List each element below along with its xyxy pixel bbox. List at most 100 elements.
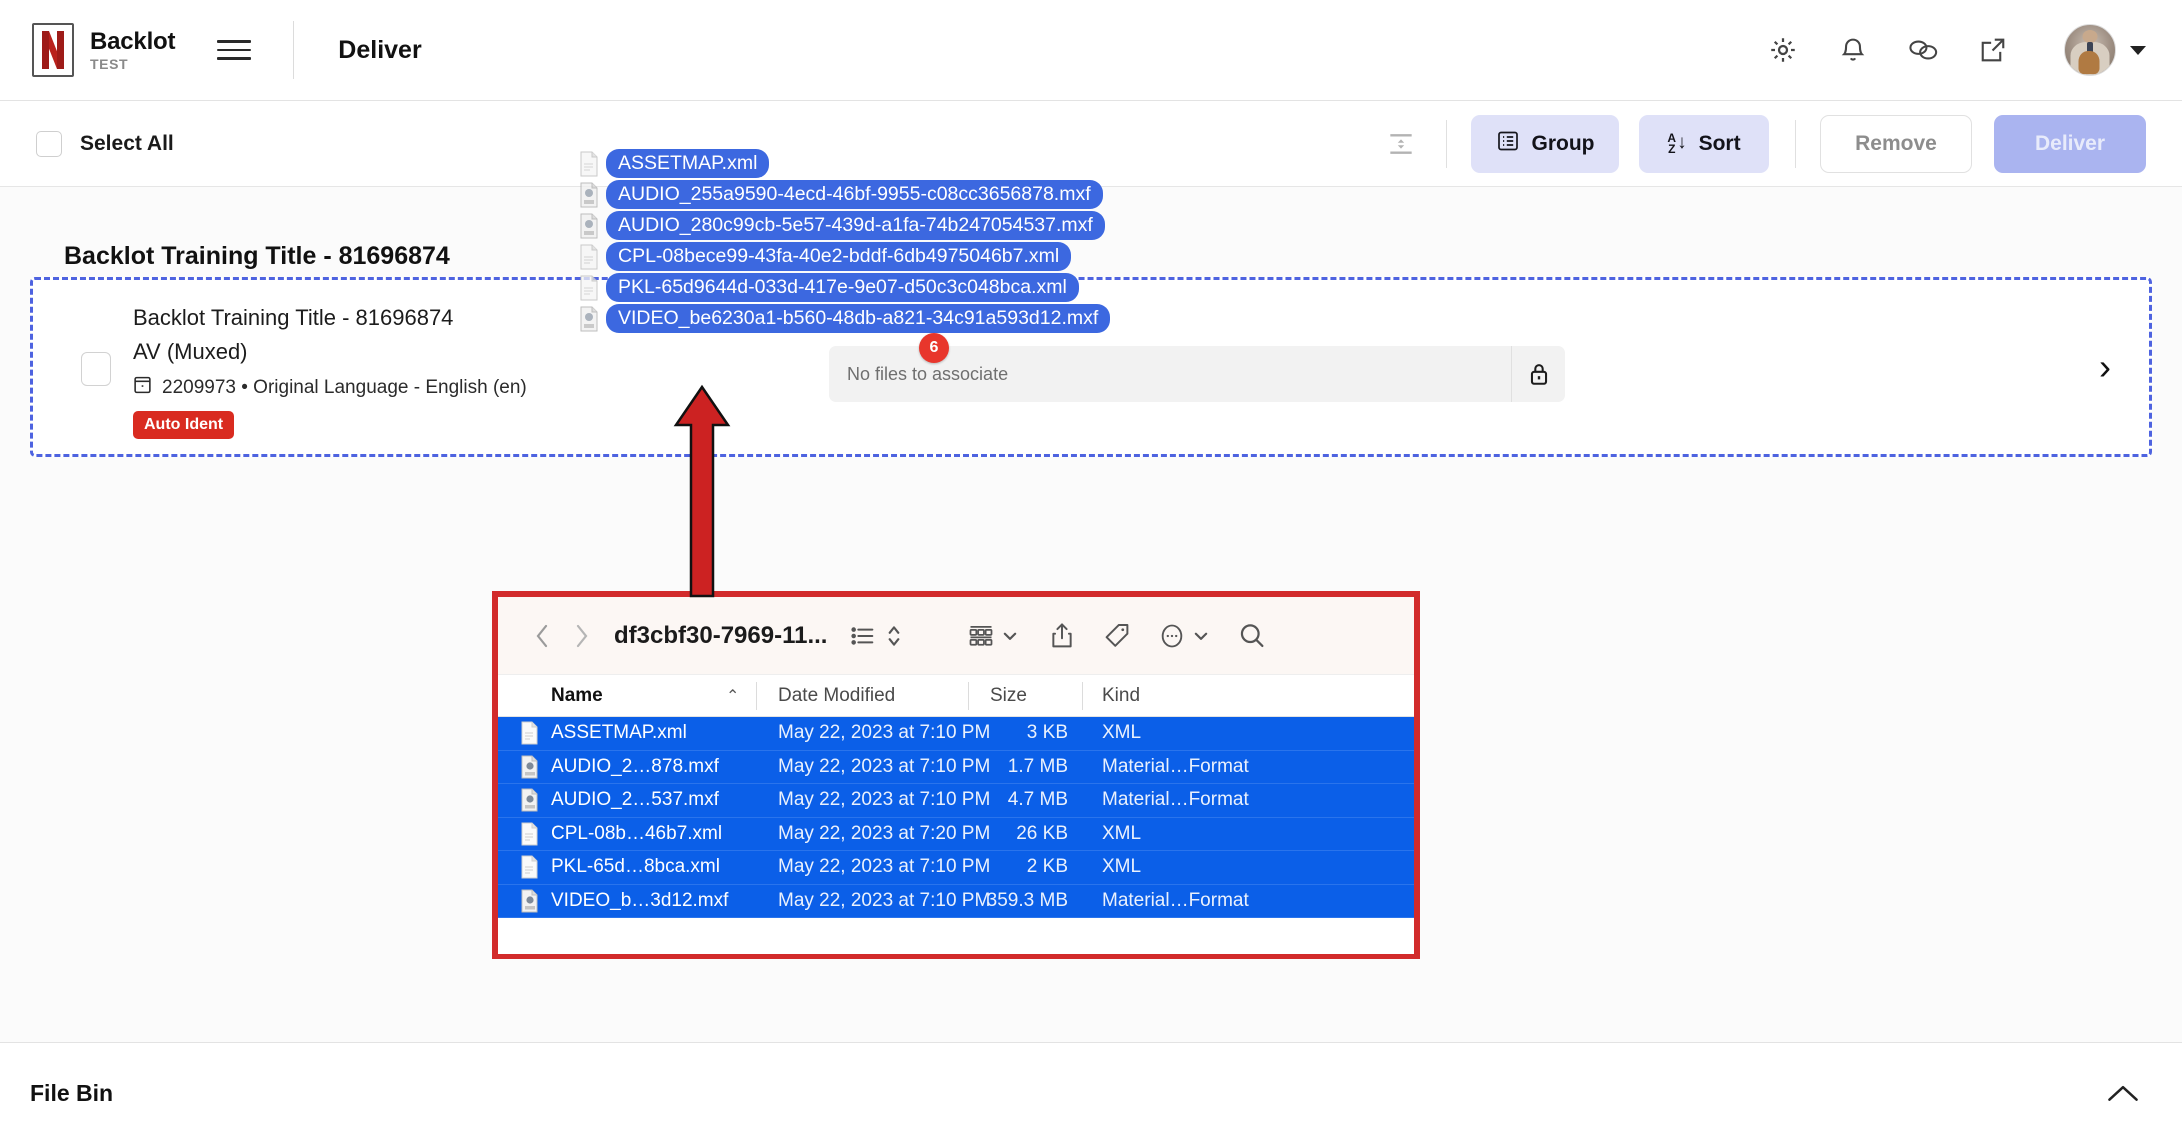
finder-view-controls: [849, 622, 903, 650]
table-row[interactable]: AUDIO_2…537.mxf May 22, 2023 at 7:10 PM …: [498, 784, 1414, 818]
brand-text: Backlot TEST: [90, 28, 175, 72]
dropzone-empty-text: No files to associate: [847, 363, 1009, 384]
drag-ghost-label: PKL-65d9644d-033d-417e-9e07-d50c3c048bca…: [606, 272, 1079, 303]
drag-item-count-badge: 6: [919, 333, 949, 363]
file-kind: XML: [1102, 722, 1142, 744]
asset-meta-text: 2209973 • Original Language - English (e…: [162, 376, 527, 398]
finder-window[interactable]: df3cbf30-7969-11... Name ⌃ Date Modified…: [492, 591, 1420, 959]
asset-type: AV (Muxed): [133, 338, 248, 364]
deliver-button[interactable]: Deliver: [1994, 114, 2146, 173]
file-kind: Material…Format: [1102, 889, 1249, 911]
xml-file-icon: [520, 822, 540, 846]
table-row[interactable]: AUDIO_2…878.mxf May 22, 2023 at 7:10 PM …: [498, 750, 1414, 784]
sort-button[interactable]: A Z ↓ Sort: [1639, 114, 1769, 173]
finder-window-title: df3cbf30-7969-11...: [614, 621, 828, 649]
file-name: PKL-65d…8bca.xml: [551, 856, 720, 878]
column-header-date-modified[interactable]: Date Modified: [778, 685, 895, 707]
chevron-down-icon[interactable]: [1002, 628, 1018, 644]
toolbar-divider-2: [1795, 119, 1796, 168]
share-icon[interactable]: [1048, 621, 1076, 651]
brand-logo-group[interactable]: Backlot TEST: [32, 23, 175, 77]
drag-ghost-label: AUDIO_280c99cb-5e57-439d-a1fa-74b2470545…: [606, 210, 1105, 241]
asset-expand-chevron[interactable]: ›: [2099, 349, 2111, 385]
chevron-down-icon[interactable]: [2130, 45, 2146, 55]
media-file-icon: [520, 788, 540, 812]
group-list-icon: [1496, 129, 1520, 159]
drag-ghost-item: AUDIO_280c99cb-5e57-439d-a1fa-74b2470545…: [578, 210, 1110, 241]
chevron-left-icon[interactable]: [524, 618, 560, 654]
search-icon[interactable]: [1237, 621, 1267, 651]
column-divider: [756, 682, 757, 710]
more-actions-icon[interactable]: [1158, 622, 1186, 650]
sort-arrow-icon: ↓: [1677, 132, 1687, 154]
media-file-icon: [578, 213, 600, 239]
table-row[interactable]: ASSETMAP.xml May 22, 2023 at 7:10 PM 3 K…: [498, 717, 1414, 751]
drag-ghost-item: VIDEO_be6230a1-b560-48db-a821-34c91a593d…: [578, 303, 1111, 334]
brand-environment-label: TEST: [90, 55, 129, 72]
file-name: ASSETMAP.xml: [551, 722, 687, 744]
asset-identifiers: 2209973 • Original Language - English (e…: [133, 375, 527, 401]
finder-action-icons: [967, 621, 1267, 651]
column-header-name[interactable]: Name: [551, 685, 603, 707]
app-root: Backlot TEST Deliver Select All Group A …: [0, 0, 2182, 1144]
table-row[interactable]: CPL-08b…46b7.xml May 22, 2023 at 7:20 PM…: [498, 817, 1414, 851]
red-up-arrow: [672, 383, 732, 603]
lock-icon[interactable]: [1511, 346, 1565, 402]
file-kind: Material…Format: [1102, 789, 1249, 811]
avatar[interactable]: [2064, 24, 2116, 76]
column-header-kind[interactable]: Kind: [1102, 685, 1140, 707]
toolbar-right-controls: Group A Z ↓ Sort Remove Deliver: [1378, 114, 2146, 173]
file-size: 3 KB: [1026, 722, 1068, 744]
column-divider: [968, 682, 969, 710]
table-row[interactable]: VIDEO_b…3d12.mxf May 22, 2023 at 7:10 PM…: [498, 884, 1414, 918]
drag-ghost-item: CPL-08bece99-43fa-40e2-bddf-6db4975046b7…: [578, 241, 1110, 272]
group-view-icon[interactable]: [967, 622, 995, 650]
group-button[interactable]: Group: [1471, 114, 1619, 173]
table-row[interactable]: PKL-65d…8bca.xml May 22, 2023 at 7:10 PM…: [498, 851, 1414, 885]
column-header-size[interactable]: Size: [990, 685, 1027, 707]
file-size: 359.3 MB: [986, 889, 1068, 911]
xml-file-icon: [578, 275, 600, 301]
file-name: VIDEO_b…3d12.mxf: [551, 889, 729, 911]
drag-ghost-label: ASSETMAP.xml: [606, 148, 770, 179]
select-all-label: Select All: [80, 131, 174, 155]
file-size: 4.7 MB: [1007, 789, 1068, 811]
file-kind: XML: [1102, 856, 1142, 878]
chat-icon[interactable]: [1906, 33, 1940, 67]
external-link-icon[interactable]: [1976, 33, 2010, 67]
file-name: CPL-08b…46b7.xml: [551, 822, 723, 844]
nav-divider: [293, 21, 295, 79]
status-badge: Auto Ident: [133, 410, 235, 439]
deliver-button-label: Deliver: [2034, 131, 2106, 155]
nav-right-icons: [1766, 24, 2146, 76]
sort-stepper-icon[interactable]: [885, 622, 903, 650]
select-all-control[interactable]: Select All: [36, 130, 174, 157]
file-bin-panel[interactable]: File Bin: [0, 1042, 2182, 1144]
xml-file-icon: [520, 721, 540, 745]
asset-title: Backlot Training Title - 81696874: [133, 305, 454, 330]
select-all-checkbox[interactable]: [36, 130, 62, 157]
chevron-right-icon[interactable]: [564, 618, 600, 654]
list-view-icon[interactable]: [849, 622, 877, 650]
file-size: 1.7 MB: [1007, 755, 1068, 777]
chevron-down-icon[interactable]: [1193, 628, 1209, 644]
page-title: Deliver: [338, 35, 422, 64]
finder-file-list: ASSETMAP.xml May 22, 2023 at 7:10 PM 3 K…: [498, 717, 1414, 954]
netflix-logo-icon: [32, 23, 74, 77]
gear-icon[interactable]: [1766, 33, 1800, 67]
drag-ghost-item: PKL-65d9644d-033d-417e-9e07-d50c3c048bca…: [578, 272, 1110, 303]
collapse-expand-icon[interactable]: [1378, 121, 1424, 167]
remove-button[interactable]: Remove: [1820, 114, 1972, 173]
file-bin-label: File Bin: [30, 1080, 114, 1106]
media-file-icon: [578, 306, 600, 332]
tag-icon[interactable]: [1102, 621, 1132, 651]
hamburger-menu-icon[interactable]: [217, 33, 252, 67]
user-menu[interactable]: [2064, 24, 2146, 76]
drag-ghost-label: AUDIO_255a9590-4ecd-46bf-9955-c08cc36568…: [606, 179, 1103, 210]
asset-row-checkbox[interactable]: [81, 352, 111, 386]
asset-metadata: Backlot Training Title - 81696874 AV (Mu…: [133, 302, 527, 439]
remove-button-label: Remove: [1855, 131, 1937, 155]
bell-icon[interactable]: [1836, 33, 1870, 67]
drag-ghost-item: AUDIO_255a9590-4ecd-46bf-9955-c08cc36568…: [578, 179, 1110, 210]
collapse-chevron-up-icon[interactable]: [2106, 1082, 2140, 1106]
